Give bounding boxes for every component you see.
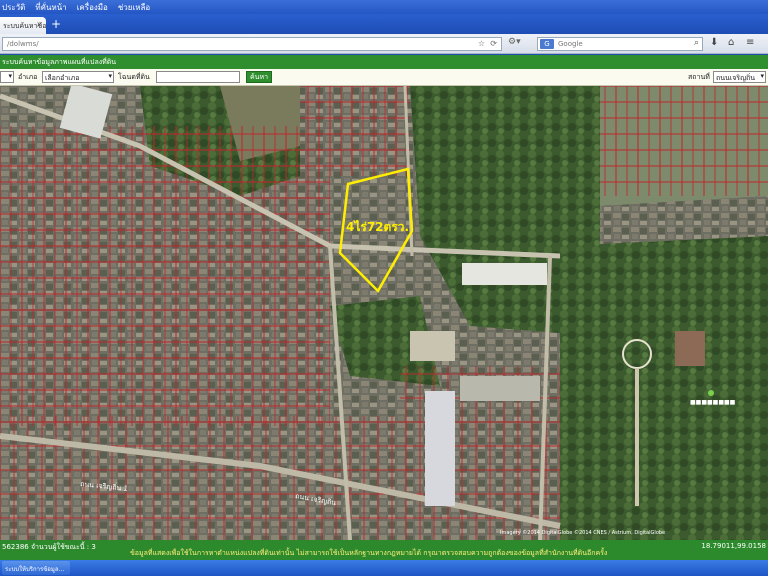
search-box[interactable]: G Google ⌕ <box>537 37 703 51</box>
menu-tools[interactable]: เครื่องมือ <box>77 1 108 14</box>
search-placeholder: Google <box>558 40 583 48</box>
tab-close-icon[interactable]: × <box>36 20 43 29</box>
menu-history[interactable]: ประวัติ <box>2 1 25 14</box>
chevron-down-icon: ▾ <box>8 72 12 80</box>
tab-strip: ระบบค้นหาข้อมูลแปลงที่ดิน × + <box>0 14 768 34</box>
url-bar[interactable]: /dolwms/ ☆ ⟳ <box>2 37 502 51</box>
menu-help[interactable]: ช่วยเหลือ <box>118 1 150 14</box>
visitor-count: 562386 จำนวนผู้ใช้ขณะนี้ : 3 <box>2 543 96 551</box>
addon-icon[interactable]: ⚙▾ <box>508 37 532 51</box>
star-icon[interactable]: ☆ <box>478 39 485 48</box>
chevron-down-icon: ▾ <box>108 72 112 80</box>
parcel-label: โฉนดที่ดิน <box>118 73 150 81</box>
page-title-bar: ระบบค้นหาข้อมูลภาพแผนที่แปลงที่ดิน <box>0 55 768 69</box>
map-canvas[interactable]: ■■■■■■■■ ถนน เจริญถิ่น 1 ถนน เจริญถิ่น 4… <box>0 86 768 540</box>
disclaimer-text: ข้อมูลที่แสดงเพื่อใช้ในการหาตำแหน่งแปลงท… <box>130 549 608 557</box>
amphoe-label: อำเภอ <box>18 73 38 81</box>
google-icon: G <box>540 39 554 49</box>
tab-land-search[interactable]: ระบบค้นหาข้อมูลแปลงที่ดิน × <box>0 17 46 34</box>
reload-icon[interactable]: ⟳ <box>490 39 497 48</box>
location-label: สถานที่ <box>688 73 710 81</box>
new-tab-icon[interactable]: + <box>51 18 61 30</box>
page-title: ระบบค้นหาข้อมูลภาพแผนที่แปลงที่ดิน <box>2 58 117 66</box>
menu-bar: ประวัติ ที่คั่นหน้า เครื่องมือ ช่วยเหลือ <box>0 0 768 14</box>
amphoe-value: เลือกอำเภอ <box>45 74 80 82</box>
location-value: ถนนเจริญถิ่น <box>716 74 756 82</box>
url-text: /dolwms/ <box>7 40 39 48</box>
search-button[interactable]: ค้นหา <box>246 71 272 83</box>
home-icon[interactable]: ⌂ <box>728 37 734 48</box>
map-attribution: Imagery ©2014 DigitalGlobe ©2014 CNES / … <box>500 530 666 536</box>
satellite-map[interactable]: ■■■■■■■■ ถนน เจริญถิ่น 1 ถนน เจริญถิ่น 4… <box>0 86 768 540</box>
province-select[interactable]: ▾ <box>0 71 14 83</box>
status-bar: 562386 จำนวนผู้ใช้ขณะนี้ : 3 ข้อมูลที่แส… <box>0 540 768 560</box>
menu-icon[interactable]: ≡ <box>746 37 754 48</box>
download-icon[interactable]: ⬇ <box>710 37 718 48</box>
coordinate-readout: 18.79011,99.0158 <box>701 542 766 550</box>
amphoe-select[interactable]: เลือกอำเภอ ▾ <box>42 71 114 83</box>
search-toolbar: ▾ อำเภอ เลือกอำเภอ ▾ โฉนดที่ดิน ค้นหา สถ… <box>0 69 768 86</box>
poi-label: ■■■■■■■■ <box>690 399 736 406</box>
parcel-area-label: 4ไร่72ตรว. <box>346 219 409 234</box>
location-select[interactable]: ถนนเจริญถิ่น ▾ <box>713 71 766 83</box>
search-icon[interactable]: ⌕ <box>694 38 699 48</box>
navigation-bar: /dolwms/ ☆ ⟳ ⚙▾ G Google ⌕ ⬇ ⌂ ≡ <box>0 34 768 54</box>
os-taskbar: ระบบให้บริการข้อมูล... <box>0 560 768 576</box>
taskbar-browser-item[interactable]: ระบบให้บริการข้อมูล... <box>2 561 70 575</box>
parcel-input[interactable] <box>156 71 240 83</box>
menu-bookmarks[interactable]: ที่คั่นหน้า <box>35 1 66 14</box>
chevron-down-icon: ▾ <box>760 72 764 80</box>
